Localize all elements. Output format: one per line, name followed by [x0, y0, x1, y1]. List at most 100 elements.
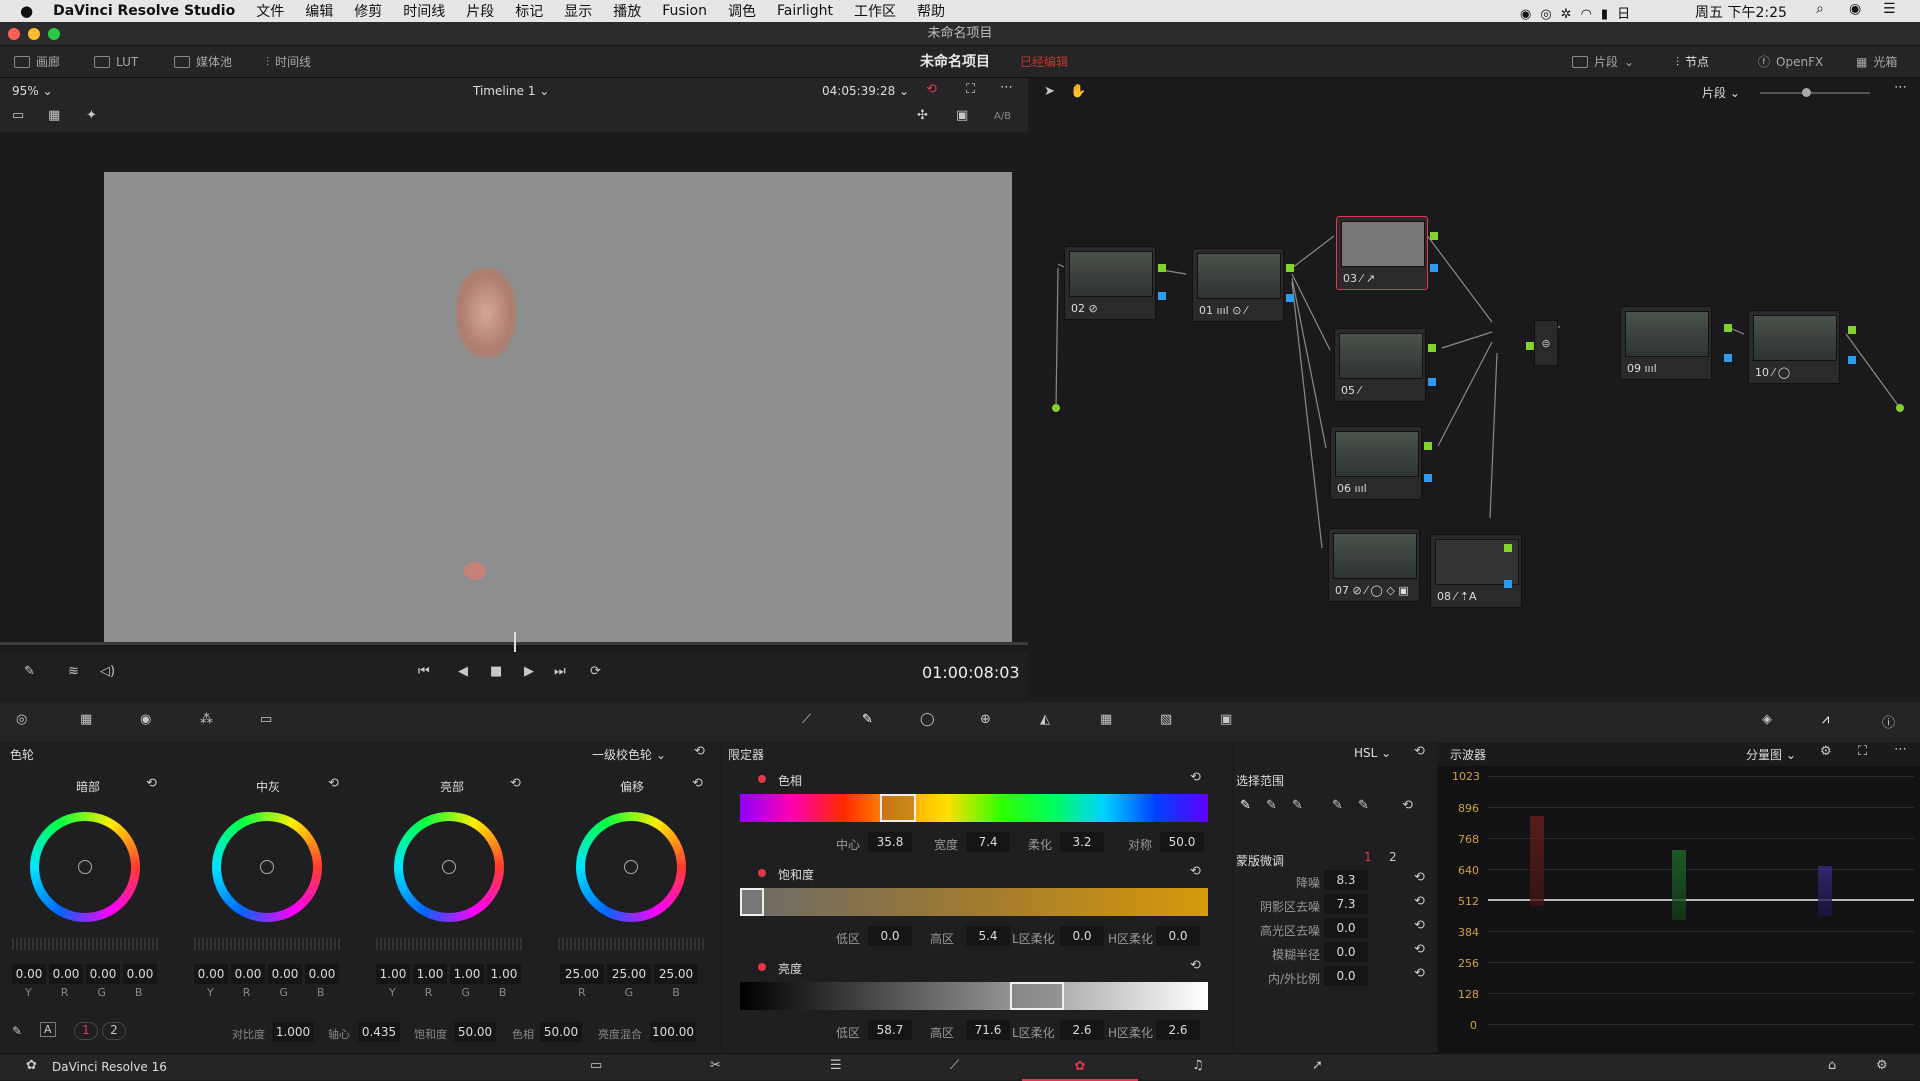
- node-port[interactable]: [1848, 356, 1856, 364]
- blur-icon[interactable]: ▦: [1100, 712, 1112, 727]
- tracker-icon[interactable]: ⊕: [980, 712, 991, 727]
- node-05[interactable]: 05 ⁄: [1334, 328, 1426, 402]
- highlights-wheel[interactable]: [394, 812, 504, 922]
- node-port[interactable]: [1504, 580, 1512, 588]
- value-b[interactable]: 0.00: [305, 964, 339, 984]
- fairlight-page-icon[interactable]: ♫: [1192, 1058, 1204, 1073]
- node-02[interactable]: 02 ⊘: [1064, 246, 1156, 320]
- lightbox-button[interactable]: ▦ 光箱: [1856, 46, 1897, 78]
- sat-hsoft-value[interactable]: 0.0: [1156, 926, 1200, 946]
- shadow-denoise-value[interactable]: 7.3: [1324, 894, 1368, 914]
- more-icon[interactable]: ⋯: [1000, 80, 1013, 95]
- reset-icon[interactable]: ⟲: [694, 744, 705, 759]
- settings-icon[interactable]: ⚙: [1876, 1058, 1888, 1073]
- node-port[interactable]: [1428, 344, 1436, 352]
- reset-icon[interactable]: ⟲: [692, 776, 703, 791]
- node-port[interactable]: [1286, 294, 1294, 302]
- node-port[interactable]: [1848, 326, 1856, 334]
- fullscreen-icon[interactable]: ⛶: [966, 82, 975, 97]
- menu-item[interactable]: 修剪: [354, 1, 382, 21]
- scope-settings-icon[interactable]: ⚙: [1820, 744, 1832, 759]
- value-y[interactable]: 0.00: [194, 964, 228, 984]
- wheel-center[interactable]: [78, 860, 92, 874]
- matte-page-1[interactable]: 1: [1364, 850, 1372, 864]
- hue-soft-value[interactable]: 3.2: [1060, 832, 1104, 852]
- lum-lsoft-value[interactable]: 2.6: [1060, 1020, 1104, 1040]
- reset-icon[interactable]: ⟲: [1414, 894, 1425, 909]
- hue-range-bar[interactable]: [740, 794, 1208, 822]
- zoom-window-button[interactable]: [48, 28, 60, 40]
- menu-item[interactable]: 时间线: [403, 1, 445, 21]
- node-01[interactable]: 01 ıııl ⊙ ⁄: [1192, 248, 1284, 322]
- edit-page-icon[interactable]: ☰: [830, 1058, 842, 1073]
- in-out-ratio-value[interactable]: 0.0: [1324, 966, 1368, 986]
- search-icon[interactable]: ⌕: [1816, 1, 1824, 17]
- cut-page-icon[interactable]: ✂: [710, 1058, 721, 1073]
- reset-icon[interactable]: ⟲: [1414, 918, 1425, 933]
- lum-low-value[interactable]: 58.7: [868, 1020, 912, 1040]
- sat-enable-dot[interactable]: [758, 869, 766, 877]
- value-y[interactable]: 1.00: [376, 964, 410, 984]
- menu-item[interactable]: Fusion: [662, 3, 707, 19]
- menu-item[interactable]: Fairlight: [777, 3, 833, 19]
- play-button[interactable]: ▶: [524, 664, 534, 679]
- node-port[interactable]: [1158, 264, 1166, 272]
- sync-icon[interactable]: ⟲: [926, 82, 937, 97]
- wheel-center[interactable]: [624, 860, 638, 874]
- menu-item[interactable]: 帮助: [917, 1, 945, 21]
- gallery-button[interactable]: 画廊: [14, 46, 60, 78]
- single-view-icon[interactable]: ▭: [12, 108, 24, 123]
- sat-low-value[interactable]: 0.0: [868, 926, 912, 946]
- menu-item[interactable]: 编辑: [305, 1, 333, 21]
- minimize-window-button[interactable]: [28, 28, 40, 40]
- hue-sym-value[interactable]: 50.0: [1160, 832, 1204, 852]
- invert-icon[interactable]: ⟲: [1402, 798, 1413, 813]
- magic-mask-icon[interactable]: ◭: [1040, 712, 1050, 727]
- control-center-icon[interactable]: ☰: [1883, 1, 1896, 17]
- keyframes-icon[interactable]: ◈: [1762, 712, 1772, 727]
- menu-item[interactable]: 调色: [728, 1, 756, 21]
- wheel-center[interactable]: [260, 860, 274, 874]
- timeline-button[interactable]: ⫶ 时间线: [266, 46, 311, 78]
- node-port[interactable]: [1424, 474, 1432, 482]
- reset-icon[interactable]: ⟲: [1190, 958, 1201, 973]
- menu-item[interactable]: 标记: [515, 1, 543, 21]
- stop-button[interactable]: ■: [490, 664, 502, 679]
- value-g[interactable]: 0.00: [86, 964, 120, 984]
- output-port[interactable]: [1896, 404, 1904, 412]
- picker-plus-icon[interactable]: ✎: [1292, 798, 1303, 813]
- auto-balance-button[interactable]: A: [40, 1022, 56, 1037]
- media-page-icon[interactable]: ▭: [590, 1058, 602, 1073]
- sat-range-handle[interactable]: [740, 888, 764, 916]
- saturation-value[interactable]: 50.00: [454, 1022, 496, 1042]
- wheel-center[interactable]: [442, 860, 456, 874]
- camera-raw-icon[interactable]: ◎: [16, 712, 27, 727]
- lum-range-bar[interactable]: [740, 982, 1208, 1010]
- lum-enable-dot[interactable]: [758, 963, 766, 971]
- value-r[interactable]: 25.00: [560, 964, 604, 984]
- scopes-icon[interactable]: ⩘: [1822, 712, 1829, 727]
- node-06[interactable]: 06 ıııl: [1330, 426, 1422, 500]
- reset-icon[interactable]: ⟲: [1414, 942, 1425, 957]
- close-window-button[interactable]: [8, 28, 20, 40]
- menu-item[interactable]: 播放: [613, 1, 641, 21]
- color-wheels-icon[interactable]: ◉: [140, 712, 151, 727]
- curves-icon[interactable]: ⟋: [802, 712, 811, 727]
- node-port[interactable]: [1430, 264, 1438, 272]
- reset-icon[interactable]: ⟲: [1414, 966, 1425, 981]
- denoise-value[interactable]: 8.3: [1324, 870, 1368, 890]
- node-port[interactable]: [1430, 232, 1438, 240]
- ab-toggle[interactable]: A/B: [994, 111, 1011, 122]
- lum-high-value[interactable]: 71.6: [966, 1020, 1010, 1040]
- offset-wheel[interactable]: [576, 812, 686, 922]
- layer-mixer-node[interactable]: ⊜: [1534, 320, 1558, 366]
- playhead[interactable]: [514, 632, 516, 652]
- node-port[interactable]: [1526, 342, 1534, 350]
- hue-range-handle[interactable]: [880, 794, 916, 822]
- value-r[interactable]: 1.00: [413, 964, 447, 984]
- lut-button[interactable]: LUT: [94, 46, 138, 78]
- apple-icon[interactable]: ●: [20, 2, 33, 20]
- node-03[interactable]: 03 ⁄ ↗: [1336, 216, 1428, 290]
- fusion-page-icon[interactable]: ⟋: [950, 1058, 959, 1073]
- shadows-wheel[interactable]: [30, 812, 140, 922]
